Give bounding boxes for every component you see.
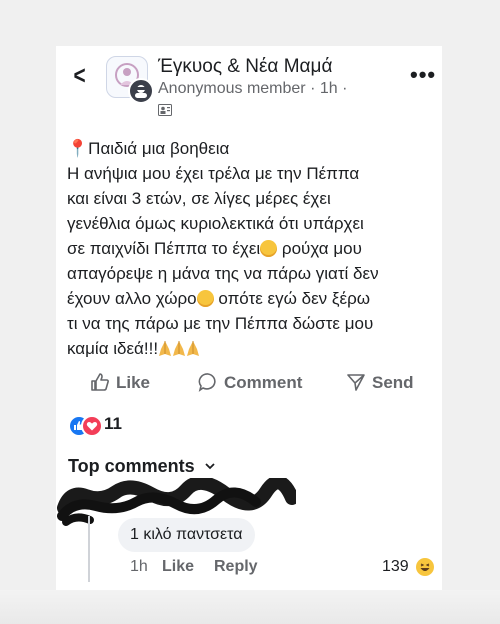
comment-time[interactable]: 1h [130, 558, 148, 576]
post-line-7b: οπότε εγώ δεν ξέρω [213, 289, 371, 308]
back-button[interactable]: < [74, 60, 86, 91]
comment-label: Comment [224, 373, 303, 392]
haha-reaction-icon [416, 558, 434, 576]
post-line-6: απαγόρεψε η μάνα της να πάρω γιατί δεν [67, 264, 379, 283]
comment-thread-line [88, 516, 90, 582]
top-comments-label: Top comments [68, 456, 195, 476]
post-body: 📍Παιδιά μια βοηθεια Η ανήψια μου έχει τρ… [67, 136, 437, 361]
send-label: Send [372, 373, 414, 392]
post-line-8: τι να της πάρω με την Πέππα δώστε μου [67, 314, 374, 333]
comment-reply-button[interactable]: Reply [214, 558, 258, 576]
comment-bubble[interactable]: 1 κιλό παντσετα [118, 518, 255, 552]
screenshot-bottom-edge [0, 590, 500, 624]
meta-separator: · [310, 80, 320, 97]
top-comments-dropdown[interactable]: Top comments [68, 456, 216, 477]
post-meta: Anonymous member · 1h · [158, 80, 347, 98]
members-privacy-icon [158, 104, 172, 116]
praying-hands-emoji-icon-3 [187, 341, 200, 356]
grinning-sweat-emoji-icon [196, 290, 214, 307]
group-name[interactable]: Έγκυος & Νέα Μαμά [158, 56, 332, 78]
post-line-1: Παιδιά μια βοηθεια [88, 139, 230, 158]
comment-bubble-icon [198, 373, 216, 392]
meta-separator-2: · [342, 80, 348, 97]
post-action-bar: Like Comment Send [56, 364, 442, 404]
comment-reaction-count[interactable]: 139 [382, 558, 409, 576]
pin-icon: 📍 [67, 139, 89, 158]
like-label: Like [116, 373, 151, 392]
like-button[interactable]: Like [90, 372, 150, 393]
post-line-5b: ρούχα μου [277, 239, 362, 258]
flushed-face-emoji-icon [260, 240, 278, 257]
post-card: < Έγκυος & Νέα Μαμά Anonymous member · 1… [56, 46, 442, 590]
post-time[interactable]: 1h [320, 80, 338, 97]
post-line-9: καμία ιδεά!!! [67, 339, 159, 358]
author-name: Anonymous member [158, 80, 306, 97]
post-line-4: γενέθλια όμως κυριολεκτικά ότι υπάρχει [67, 214, 364, 233]
reaction-count: 11 [104, 414, 122, 433]
praying-hands-emoji-icon-2 [173, 341, 186, 356]
praying-hands-emoji-icon [159, 341, 172, 356]
send-arrow-icon [347, 374, 365, 391]
anonymous-avatar-icon [128, 78, 154, 104]
comment-text: 1 κιλό παντσετα [130, 526, 243, 543]
post-line-3: και είναι 3 ετών, σε λίγες μέρες έχει [67, 189, 331, 208]
post-line-7a: έχουν αλλο χώρο [67, 289, 197, 308]
comment-button[interactable]: Comment [198, 372, 302, 393]
post-line-2: Η ανήψια μου έχει τρέλα με την Πέππα [67, 164, 360, 183]
love-reaction-icon [81, 415, 103, 437]
comment-like-button[interactable]: Like [162, 558, 194, 576]
thumbs-up-icon [91, 373, 109, 391]
more-options-button[interactable]: ••• [410, 62, 436, 88]
chevron-down-icon [205, 463, 215, 470]
send-button[interactable]: Send [346, 372, 414, 393]
post-line-5a: σε παιχνίδι Πέππα το έχει [67, 239, 261, 258]
